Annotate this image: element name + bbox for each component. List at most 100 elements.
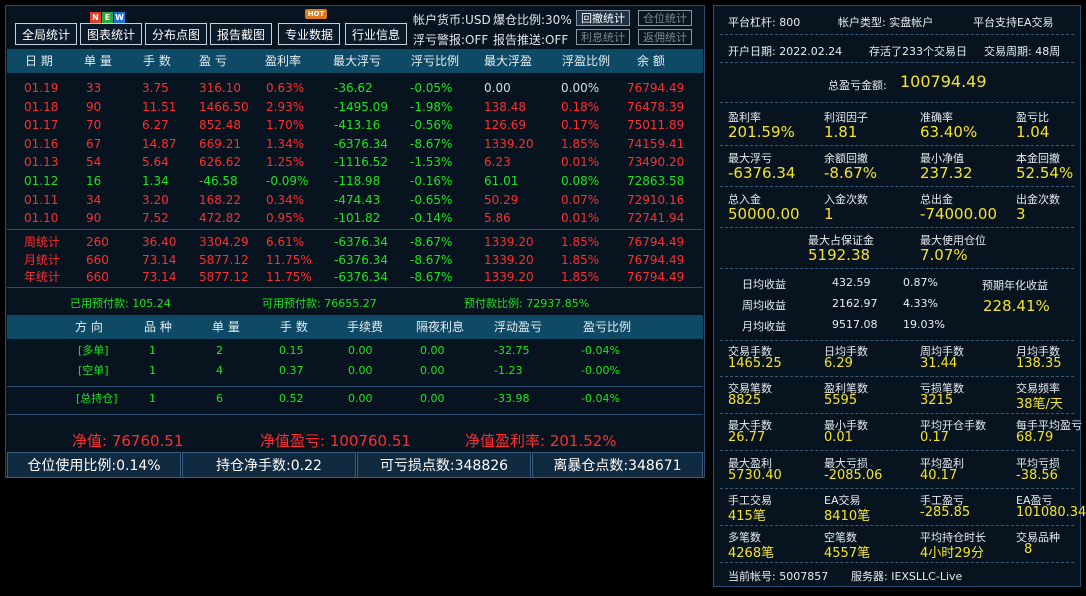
divider (720, 268, 1074, 269)
grid-value: 5730.40 (728, 467, 782, 483)
report-screenshot-button[interactable]: 报告截图 (210, 23, 273, 45)
col-pos-lots: 手 数 (280, 320, 308, 334)
cell-max-float-loss: -474.43 (334, 192, 381, 207)
cell-max-float-loss: -6376.34 (334, 136, 388, 151)
stat-value: 201.59% (728, 123, 795, 141)
position-cell: 1 (149, 364, 156, 377)
grid-value: 138.35 (1016, 356, 1062, 371)
cell-pnl: 472.82 (199, 211, 241, 226)
distribution-chart-button[interactable]: 分布点图 (145, 23, 208, 45)
avg-label: 日均收益 (742, 278, 786, 291)
position-total-cell: 0.52 (279, 392, 304, 405)
rebate-stats-button[interactable]: 返佣统计 (638, 29, 692, 45)
cell-balance: 76794.49 (627, 235, 685, 249)
position-total-cell: 0.00 (348, 392, 373, 405)
cell-lots: 14.87 (142, 136, 177, 151)
col-orders: 单 量 (84, 54, 112, 68)
positions-table-header: 方 向 品 种 单 量 手 数 手续费 隔夜利息 浮动盈亏 盈亏比例 (7, 315, 703, 339)
grid-value: 0.17 (920, 430, 949, 446)
cell-lots: 7.52 (142, 211, 169, 226)
cell-float-gain-ratio: 0.18% (561, 99, 600, 114)
margin-ratio: 爆仓比例:30% (493, 13, 572, 27)
global-stats-button[interactable]: 全局统计 (15, 23, 78, 45)
cell-max-float-loss: -118.98 (334, 174, 381, 188)
cell-max-float-gain: 5.86 (484, 211, 511, 226)
cell-lots: 36.40 (142, 235, 177, 249)
industry-info-button[interactable]: 行业信息 (345, 23, 408, 45)
col-max-float-loss: 最大浮亏 (333, 54, 382, 68)
cell-float-gain-ratio: 0.17% (561, 118, 600, 133)
cell-pnl: 669.21 (199, 136, 241, 151)
report-push[interactable]: 报告推送:OFF (493, 31, 568, 48)
cell-date: 年统计 (24, 270, 61, 284)
stat-value: 3 (1016, 205, 1026, 223)
cell-max-float-gain: 1339.20 (484, 235, 534, 249)
cell-date: 周统计 (24, 235, 61, 249)
cell-float-loss-ratio: -0.16% (410, 174, 453, 188)
cell-max-float-gain: 1339.20 (484, 270, 534, 284)
cell-orders: 660 (86, 270, 109, 284)
divider (720, 524, 1074, 526)
col-float-loss-ratio: 浮亏比例 (411, 54, 460, 68)
net-value: 净值: 76760.51 (72, 432, 184, 450)
server-name: 服务器: IEXSLLC-Live (851, 570, 963, 583)
col-pos-orders: 单 量 (212, 320, 240, 334)
position-cell: 0.15 (279, 344, 304, 357)
grid-value: 31.44 (920, 356, 958, 371)
drawdown-stats-button[interactable]: 回撤统计 (576, 10, 630, 26)
cell-balance: 72863.58 (627, 174, 685, 188)
position-total-cell: [总持仓] (76, 392, 118, 405)
cell-float-loss-ratio: -8.67% (410, 136, 453, 151)
divider (7, 229, 703, 230)
new-badge-w: W (114, 12, 125, 23)
grid-value: 0.01 (824, 430, 853, 446)
new-badge: N E W (90, 12, 125, 23)
chart-stats-button[interactable]: 图表统计 (80, 23, 143, 45)
divider (720, 145, 1074, 146)
cell-date: 01.12 (24, 174, 59, 188)
cell-date: 01.10 (24, 211, 59, 226)
grid-value: 8410笔 (824, 508, 871, 524)
cell-lots: 11.51 (142, 99, 177, 114)
cell-pnl: 168.22 (199, 192, 241, 207)
grid-label: 交易品种 (1016, 531, 1060, 544)
position-cell: -0.00% (581, 364, 620, 377)
grid-value: 4小时29分 (920, 546, 984, 561)
divider (720, 562, 1074, 563)
cell-balance: 72910.16 (627, 192, 685, 207)
position-usage-ratio: 仓位使用比例:0.14% (7, 452, 181, 478)
cell-orders: 660 (86, 252, 109, 267)
summary-row: 年统计 660 73.14 5877.12 11.75% -6376.34 -8.67% 13… (6, 268, 706, 286)
cell-pnl: 5877.12 (199, 270, 249, 284)
cell-pnl: 852.48 (199, 118, 241, 133)
position-stats-button[interactable]: 仓位统计 (638, 10, 692, 26)
position-total-cell: 0.00 (420, 392, 445, 405)
cell-float-loss-ratio: -8.67% (410, 252, 453, 267)
divider (720, 450, 1074, 452)
stat-value: 1 (824, 205, 834, 223)
grid-value: 415笔 (728, 508, 766, 524)
pro-data-button[interactable]: 专业数据 (278, 23, 341, 45)
interest-stats-button[interactable]: 利息统计 (576, 29, 630, 45)
cell-balance: 73490.20 (627, 155, 685, 170)
position-cell: -32.75 (494, 344, 530, 357)
cell-pnl: 626.62 (199, 155, 241, 170)
cell-date: 月统计 (24, 252, 61, 267)
divider (7, 287, 703, 288)
cell-rate: 2.93% (266, 99, 305, 114)
col-lots: 手 数 (143, 54, 171, 68)
avg-label: 周均收益 (742, 299, 786, 312)
new-badge-e: E (102, 12, 113, 23)
table-row: 01.18 90 11.51 1466.50 2.93% -1495.09 -1.98% 13… (6, 98, 706, 116)
annual-return-label: 预期年化收益 (982, 279, 1048, 292)
table-row: 01.12 16 1.34 -46.58 -0.09% -118.98 -0.16% 61.0… (6, 172, 706, 190)
avg-value: 432.59 (832, 276, 871, 289)
divider (720, 62, 1074, 63)
grid-value: -285.85 (920, 504, 971, 520)
float-loss-alert[interactable]: 浮亏警报:OFF (413, 31, 488, 48)
cell-max-float-gain: 1339.20 (484, 136, 534, 151)
cell-date: 01.11 (24, 192, 59, 207)
position-cell: [空单] (78, 364, 109, 377)
cell-float-loss-ratio: -1.98% (410, 99, 453, 114)
position-total-row: [总持仓] 1 6 0.52 0.00 0.00 -33.98 -0.04% (6, 390, 706, 408)
